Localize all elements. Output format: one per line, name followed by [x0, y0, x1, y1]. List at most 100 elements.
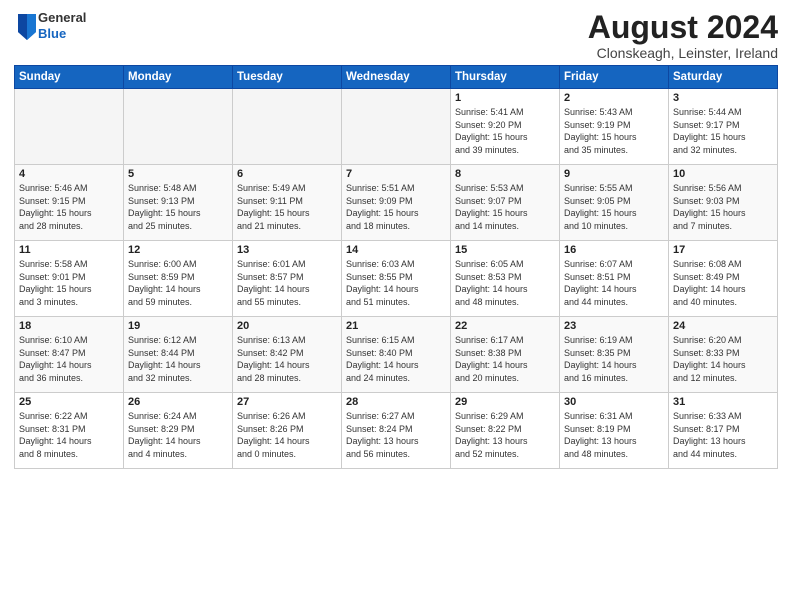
calendar-cell: 16Sunrise: 6:07 AM Sunset: 8:51 PM Dayli…	[560, 241, 669, 317]
calendar-cell: 4Sunrise: 5:46 AM Sunset: 9:15 PM Daylig…	[15, 165, 124, 241]
day-number: 24	[673, 320, 773, 332]
day-info: Sunrise: 6:22 AM Sunset: 8:31 PM Dayligh…	[19, 410, 119, 460]
day-number: 29	[455, 396, 555, 408]
day-info: Sunrise: 5:55 AM Sunset: 9:05 PM Dayligh…	[564, 182, 664, 232]
calendar-cell: 15Sunrise: 6:05 AM Sunset: 8:53 PM Dayli…	[451, 241, 560, 317]
day-info: Sunrise: 6:13 AM Sunset: 8:42 PM Dayligh…	[237, 334, 337, 384]
day-number: 9	[564, 168, 664, 180]
day-number: 21	[346, 320, 446, 332]
day-number: 2	[564, 92, 664, 104]
day-number: 6	[237, 168, 337, 180]
day-number: 18	[19, 320, 119, 332]
calendar-cell: 31 Sunrise: 6:33 AM Sunset: 8:17 PM Dayli…	[669, 393, 778, 469]
day-number: 15	[455, 244, 555, 256]
day-number: 19	[128, 320, 228, 332]
calendar-cell: 7 Sunrise: 5:51 AM Sunset: 9:09 PM Daylig…	[342, 165, 451, 241]
day-of-week-header: Monday	[124, 66, 233, 89]
calendar-week-row: 25 Sunrise: 6:22 AM Sunset: 8:31 PM Dayli…	[15, 393, 778, 469]
day-number: 10	[673, 168, 773, 180]
day-number: 14	[346, 244, 446, 256]
day-info: Sunrise: 6:24 AM Sunset: 8:29 PM Dayligh…	[128, 410, 228, 460]
day-number: 25	[19, 396, 119, 408]
day-info: Sunrise: 5:44 AM Sunset: 9:17 PM Dayligh…	[673, 106, 773, 156]
calendar-cell: 8 Sunrise: 5:53 AM Sunset: 9:07 PM Daylig…	[451, 165, 560, 241]
calendar-cell: 29 Sunrise: 6:29 AM Sunset: 8:22 PM Dayli…	[451, 393, 560, 469]
day-number: 26	[128, 396, 228, 408]
calendar-cell: 10Sunrise: 5:56 AM Sunset: 9:03 PM Dayli…	[669, 165, 778, 241]
calendar-cell: 5 Sunrise: 5:48 AM Sunset: 9:13 PM Daylig…	[124, 165, 233, 241]
calendar-cell	[342, 89, 451, 165]
day-number: 3	[673, 92, 773, 104]
calendar-cell: 13Sunrise: 6:01 AM Sunset: 8:57 PM Dayli…	[233, 241, 342, 317]
day-of-week-header: Saturday	[669, 66, 778, 89]
day-info: Sunrise: 6:07 AM Sunset: 8:51 PM Dayligh…	[564, 258, 664, 308]
calendar-cell: 19 Sunrise: 6:12 AM Sunset: 8:44 PM Dayli…	[124, 317, 233, 393]
day-info: Sunrise: 6:12 AM Sunset: 8:44 PM Dayligh…	[128, 334, 228, 384]
day-of-week-header: Thursday	[451, 66, 560, 89]
calendar-cell	[233, 89, 342, 165]
day-number: 13	[237, 244, 337, 256]
day-number: 22	[455, 320, 555, 332]
day-number: 23	[564, 320, 664, 332]
day-info: Sunrise: 5:49 AM Sunset: 9:11 PM Dayligh…	[237, 182, 337, 232]
calendar-cell: 25 Sunrise: 6:22 AM Sunset: 8:31 PM Dayli…	[15, 393, 124, 469]
day-info: Sunrise: 5:51 AM Sunset: 9:09 PM Dayligh…	[346, 182, 446, 232]
calendar-cell: 17 Sunrise: 6:08 AM Sunset: 8:49 PM Dayli…	[669, 241, 778, 317]
day-info: Sunrise: 5:53 AM Sunset: 9:07 PM Dayligh…	[455, 182, 555, 232]
calendar-cell: 18Sunrise: 6:10 AM Sunset: 8:47 PM Dayli…	[15, 317, 124, 393]
calendar-cell: 14 Sunrise: 6:03 AM Sunset: 8:55 PM Dayli…	[342, 241, 451, 317]
day-number: 28	[346, 396, 446, 408]
day-info: Sunrise: 6:08 AM Sunset: 8:49 PM Dayligh…	[673, 258, 773, 308]
location: Clonskeagh, Leinster, Ireland	[588, 45, 778, 61]
day-number: 1	[455, 92, 555, 104]
day-info: Sunrise: 6:03 AM Sunset: 8:55 PM Dayligh…	[346, 258, 446, 308]
logo-icon	[16, 12, 38, 40]
calendar-cell: 21 Sunrise: 6:15 AM Sunset: 8:40 PM Dayli…	[342, 317, 451, 393]
calendar-cell: 12 Sunrise: 6:00 AM Sunset: 8:59 PM Dayli…	[124, 241, 233, 317]
calendar-week-row: 1Sunrise: 5:41 AM Sunset: 9:20 PM Daylig…	[15, 89, 778, 165]
calendar-cell: 28 Sunrise: 6:27 AM Sunset: 8:24 PM Dayli…	[342, 393, 451, 469]
day-info: Sunrise: 6:17 AM Sunset: 8:38 PM Dayligh…	[455, 334, 555, 384]
month-year: August 2024	[588, 10, 778, 45]
day-info: Sunrise: 5:48 AM Sunset: 9:13 PM Dayligh…	[128, 182, 228, 232]
calendar-cell	[15, 89, 124, 165]
day-info: Sunrise: 6:29 AM Sunset: 8:22 PM Dayligh…	[455, 410, 555, 460]
calendar-cell: 20Sunrise: 6:13 AM Sunset: 8:42 PM Dayli…	[233, 317, 342, 393]
day-info: Sunrise: 5:46 AM Sunset: 9:15 PM Dayligh…	[19, 182, 119, 232]
day-number: 17	[673, 244, 773, 256]
header: General Blue August 2024 Clonskeagh, Lei…	[14, 10, 778, 61]
calendar-cell: 6 Sunrise: 5:49 AM Sunset: 9:11 PM Daylig…	[233, 165, 342, 241]
calendar-table: SundayMondayTuesdayWednesdayThursdayFrid…	[14, 65, 778, 469]
day-info: Sunrise: 6:27 AM Sunset: 8:24 PM Dayligh…	[346, 410, 446, 460]
day-number: 12	[128, 244, 228, 256]
calendar-week-row: 11Sunrise: 5:58 AM Sunset: 9:01 PM Dayli…	[15, 241, 778, 317]
calendar-cell: 9 Sunrise: 5:55 AM Sunset: 9:05 PM Daylig…	[560, 165, 669, 241]
page-container: General Blue August 2024 Clonskeagh, Lei…	[0, 0, 792, 477]
day-info: Sunrise: 6:00 AM Sunset: 8:59 PM Dayligh…	[128, 258, 228, 308]
calendar-cell: 23Sunrise: 6:19 AM Sunset: 8:35 PM Dayli…	[560, 317, 669, 393]
calendar-cell: 26 Sunrise: 6:24 AM Sunset: 8:29 PM Dayli…	[124, 393, 233, 469]
calendar-cell: 27 Sunrise: 6:26 AM Sunset: 8:26 PM Dayli…	[233, 393, 342, 469]
day-number: 7	[346, 168, 446, 180]
logo: General Blue	[14, 10, 86, 41]
day-number: 27	[237, 396, 337, 408]
calendar-cell: 22 Sunrise: 6:17 AM Sunset: 8:38 PM Dayli…	[451, 317, 560, 393]
calendar-week-row: 4Sunrise: 5:46 AM Sunset: 9:15 PM Daylig…	[15, 165, 778, 241]
header-row: SundayMondayTuesdayWednesdayThursdayFrid…	[15, 66, 778, 89]
day-number: 31	[673, 396, 773, 408]
day-info: Sunrise: 6:15 AM Sunset: 8:40 PM Dayligh…	[346, 334, 446, 384]
logo-text: General Blue	[38, 10, 86, 41]
day-info: Sunrise: 6:26 AM Sunset: 8:26 PM Dayligh…	[237, 410, 337, 460]
day-number: 5	[128, 168, 228, 180]
day-info: Sunrise: 6:20 AM Sunset: 8:33 PM Dayligh…	[673, 334, 773, 384]
day-info: Sunrise: 5:43 AM Sunset: 9:19 PM Dayligh…	[564, 106, 664, 156]
day-of-week-header: Tuesday	[233, 66, 342, 89]
day-info: Sunrise: 6:33 AM Sunset: 8:17 PM Dayligh…	[673, 410, 773, 460]
calendar-cell	[124, 89, 233, 165]
day-of-week-header: Wednesday	[342, 66, 451, 89]
calendar-cell: 24 Sunrise: 6:20 AM Sunset: 8:33 PM Dayli…	[669, 317, 778, 393]
day-info: Sunrise: 6:31 AM Sunset: 8:19 PM Dayligh…	[564, 410, 664, 460]
day-number: 8	[455, 168, 555, 180]
calendar-cell: 30Sunrise: 6:31 AM Sunset: 8:19 PM Dayli…	[560, 393, 669, 469]
calendar-cell: 1Sunrise: 5:41 AM Sunset: 9:20 PM Daylig…	[451, 89, 560, 165]
